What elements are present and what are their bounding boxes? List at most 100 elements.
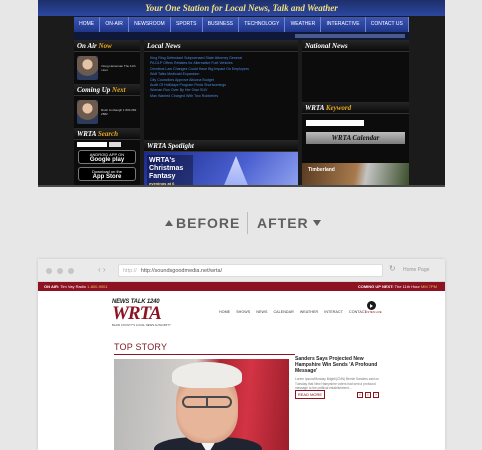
spotlight: WRTA Spotlight WRTA's Christmas Fantasy …	[144, 140, 298, 185]
spotlight-title: WRTA's Christmas Fantasy	[149, 157, 184, 180]
calendar-heading[interactable]: WRTA Calendar	[306, 132, 405, 144]
old-nav-on-air[interactable]: ON-AIR	[100, 17, 130, 32]
coming-up-heading-accent: Next	[112, 86, 126, 94]
google-play-badge[interactable]: ANDROID APP ON Google play	[78, 150, 136, 164]
twitter-icon[interactable]: t	[365, 392, 371, 398]
spotlight-image[interactable]: WRTA's Christmas Fantasy evenings at 6	[144, 152, 298, 185]
back-forward-icon[interactable]: ‹ ›	[98, 265, 106, 274]
site-header: NEWS TALK 1240 WRTA BLAIR COUNTY'S LOCAL…	[38, 291, 445, 333]
before-label-text: BEFORE	[176, 215, 241, 231]
on-air-phone: 1-800-9001	[87, 284, 108, 289]
old-player-sliver[interactable]	[295, 34, 405, 38]
before-screenshot: Your One Station for Local News, Talk an…	[38, 0, 445, 187]
browser-chrome: ‹ › http://http://soundsgoodmedia.net/wr…	[38, 259, 445, 282]
badge-name: App Store	[92, 174, 122, 180]
triangle-up-icon	[165, 220, 173, 226]
on-air-value: Tim Vay Radio	[60, 284, 87, 289]
main-content: TOP STORY Sanders Says Projected New Ham…	[38, 333, 445, 450]
national-news-heading: National News	[302, 40, 409, 52]
coming-up-heading-text: Coming Up	[77, 86, 113, 94]
after-browser-window: ‹ › http://http://soundsgoodmedia.net/wr…	[38, 259, 445, 450]
old-left-column: On Air Now Doug Heineman The 11th Hour C…	[74, 40, 140, 185]
divider-line	[247, 212, 248, 234]
list-item[interactable]: Man Wanted Charged With Two Robberies	[150, 94, 292, 99]
read-more-button[interactable]: READ MORE	[295, 390, 325, 399]
old-columns: On Air Now Doug Heineman The 11th Hour C…	[74, 40, 409, 185]
old-nav-newsroom[interactable]: NEWSROOM	[129, 17, 171, 32]
search-heading-accent: Search	[97, 130, 119, 138]
search-heading: WRTA Search	[74, 128, 140, 140]
url-bar[interactable]: http://http://soundsgoodmedia.net/wrta/	[118, 264, 383, 277]
nav-home[interactable]: HOME	[219, 310, 230, 314]
url-host: http://soundsgoodmedia.net/wrta/	[140, 268, 223, 274]
home-page-link[interactable]: Home Page	[403, 267, 429, 273]
wrta-logo[interactable]: NEWS TALK 1240 WRTA BLAIR COUNTY'S LOCAL…	[112, 299, 184, 327]
facebook-icon[interactable]: f	[357, 392, 363, 398]
photo-glasses	[182, 396, 232, 408]
story-text: Sanders Says Projected New Hampshire Win…	[295, 356, 379, 391]
keyword-input[interactable]	[306, 120, 364, 126]
old-middle-column: Local News King Ring Defendant Subpoenae…	[144, 40, 298, 185]
logo-tagline: BLAIR COUNTY'S LOCAL NEWS AUTHORITY	[112, 323, 171, 327]
old-search-button[interactable]	[109, 142, 121, 147]
share-icons: f t +	[357, 392, 379, 398]
before-after-divider: BEFORE AFTER	[0, 210, 482, 236]
old-nav-technology[interactable]: TECHNOLOGY	[239, 17, 286, 32]
old-nav-weather[interactable]: WEATHER	[285, 17, 322, 32]
plus-icon[interactable]: +	[373, 392, 379, 398]
nav-interact[interactable]: INTERACT	[324, 310, 343, 314]
story-headline[interactable]: Sanders Says Projected New Hampshire Win…	[295, 356, 379, 374]
nav-weather[interactable]: WEATHER	[300, 310, 318, 314]
app-store-badge[interactable]: Download on the App Store	[78, 167, 136, 181]
old-nav-contact[interactable]: CONTACT US	[366, 17, 409, 32]
on-air-heading-accent: Now	[98, 42, 112, 50]
url-protocol: http://	[123, 268, 137, 274]
after-label-text: AFTER	[257, 215, 309, 231]
old-nav: HOME ON-AIR NEWSROOM SPORTS BUSINESS TEC…	[74, 17, 409, 32]
on-air-label: ON AIR:	[44, 284, 60, 289]
old-nav-interactive[interactable]: INTERACTIVE	[321, 17, 366, 32]
nav-shows[interactable]: SHOWS	[236, 310, 250, 314]
ad-text: Timberland	[308, 167, 335, 173]
window-close-dot[interactable]	[46, 268, 52, 274]
old-nav-business[interactable]: BUSINESS	[203, 17, 240, 32]
on-air-host[interactable]: Doug Heineman The 11th Hour	[77, 56, 137, 80]
play-icon	[366, 301, 376, 310]
old-nav-sports[interactable]: SPORTS	[171, 17, 203, 32]
on-air-info: ON AIR: Tim Vay Radio 1-800-9001	[44, 284, 108, 289]
spotlight-caption: WRTA's Christmas Fantasy evenings at 6	[147, 155, 193, 186]
old-subbar	[74, 32, 409, 40]
timberland-ad[interactable]: Timberland	[302, 163, 409, 185]
story-body: Lorem Ipsum/Monday Bright/(CNN) Bernie S…	[295, 377, 379, 390]
old-search-input[interactable]	[77, 142, 107, 147]
nav-news[interactable]: NEWS	[256, 310, 267, 314]
old-banner: Your One Station for Local News, Talk an…	[38, 0, 445, 16]
old-nav-home[interactable]: HOME	[74, 17, 101, 32]
story-photo[interactable]	[114, 359, 289, 450]
christmas-tree-icon	[218, 156, 254, 185]
coming-up-value: The 11th Hour	[394, 284, 420, 289]
coming-up-info: COMING UP NEXT: The 11th Hour MM 7PM	[358, 284, 437, 289]
local-news-heading: Local News	[144, 40, 298, 52]
coming-up-label: COMING UP NEXT:	[357, 284, 394, 289]
local-news-list: King Ring Defendant Subpoenaed State Att…	[144, 52, 298, 103]
badge-name: Google play	[89, 157, 125, 163]
on-air-bar: ON AIR: Tim Vay Radio 1-800-9001 COMING …	[38, 282, 445, 291]
listen-label: LISTEN LIVE	[365, 310, 382, 314]
nav-calendar[interactable]: CALENDAR	[273, 310, 293, 314]
coming-up-host[interactable]: Rush Limbaugh 1 800 282 2882	[77, 100, 137, 124]
on-air-heading: On Air Now	[74, 40, 140, 52]
on-air-host-text: Doug Heineman The 11th Hour	[101, 64, 136, 72]
host-photo	[77, 100, 99, 124]
keyword-heading: WRTA Keyword	[302, 102, 409, 114]
window-zoom-dot[interactable]	[68, 268, 74, 274]
coming-up-heading: Coming Up Next	[74, 84, 140, 96]
host-photo	[77, 56, 99, 80]
window-minimize-dot[interactable]	[57, 268, 63, 274]
national-news-body	[302, 52, 409, 102]
spotlight-sub: evenings at 6	[149, 181, 175, 186]
keyword-heading-text: WRTA	[305, 104, 326, 112]
listen-live-button[interactable]: LISTEN LIVE	[365, 301, 382, 314]
search-heading-text: WRTA	[77, 130, 98, 138]
reload-icon[interactable]: ↻	[389, 264, 396, 273]
